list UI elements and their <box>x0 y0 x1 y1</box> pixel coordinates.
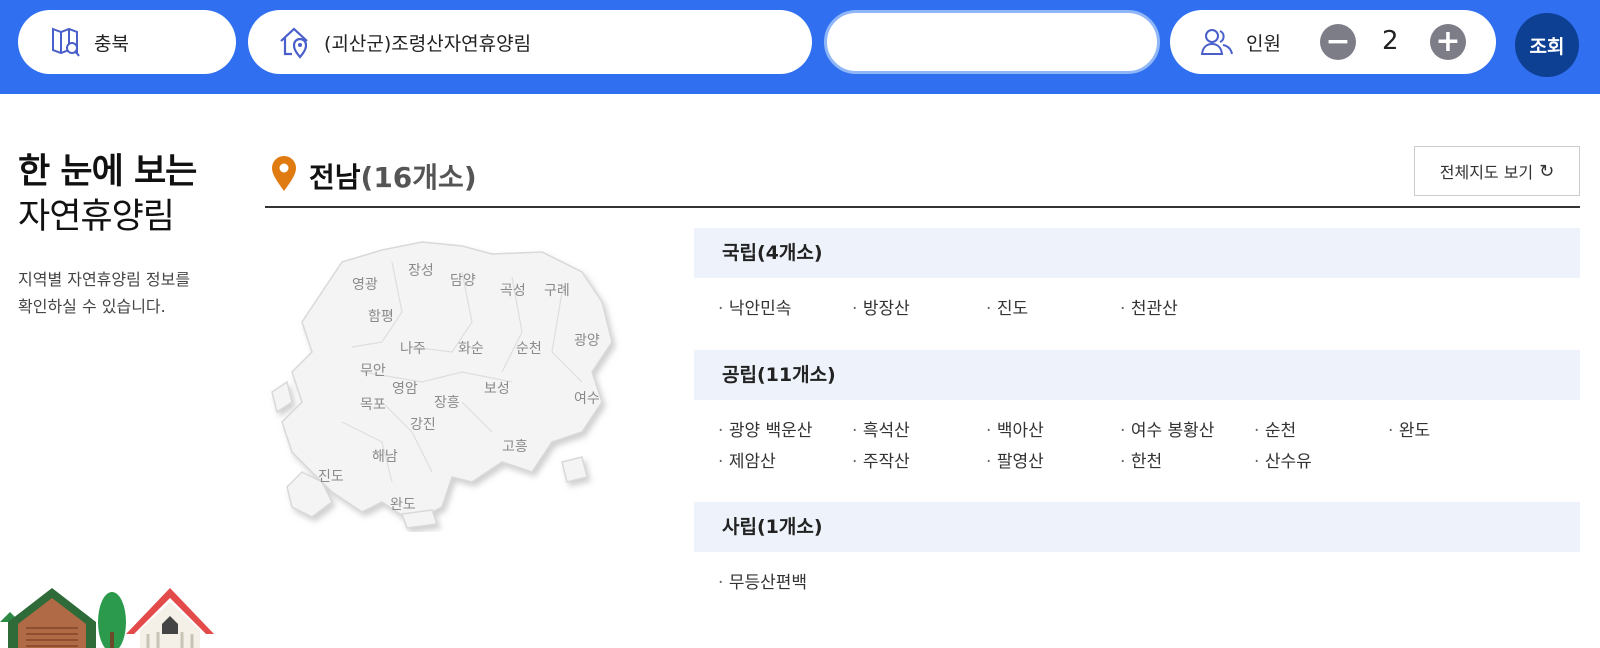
region-count: (16개소) <box>360 161 477 194</box>
refresh-icon: ↻ <box>1539 160 1555 182</box>
intro-panel: 한 눈에 보는 자연휴양림 지역별 자연휴양림 정보를 확인하실 수 있습니다. <box>18 150 228 320</box>
map-label-gwangyang[interactable]: 광양 <box>574 330 600 350</box>
intro-title-line2: 자연휴양림 <box>18 197 175 237</box>
forest-link[interactable]: 산수유 <box>1254 447 1388 472</box>
map-label-naju[interactable]: 나주 <box>400 338 426 358</box>
forest-link[interactable]: 무등산편백 <box>718 568 852 593</box>
private-forests: 사립(1개소) 무등산편백 <box>694 502 1580 593</box>
region-select[interactable]: 충북 <box>18 10 236 74</box>
forest-link[interactable]: 순천 <box>1254 416 1388 441</box>
region-header: 전남(16개소) 전체지도 보기 ↻ <box>265 146 1580 208</box>
map-label-damyang[interactable]: 담양 <box>450 270 476 290</box>
forest-select-label: (괴산군)조령산자연휴양림 <box>324 32 532 55</box>
map-label-yeosu[interactable]: 여수 <box>574 388 600 408</box>
forest-link[interactable]: 광양 백운산 <box>718 416 852 441</box>
forest-select[interactable]: (괴산군)조령산자연휴양림 <box>248 10 812 74</box>
public-title: 공립(11개소) <box>694 350 1580 400</box>
forest-link[interactable]: 방장산 <box>852 294 986 319</box>
forest-link[interactable]: 한천 <box>1120 447 1254 472</box>
map-book-icon <box>48 25 82 59</box>
search-button[interactable]: 조회 <box>1515 13 1579 77</box>
forest-link[interactable]: 팔영산 <box>986 447 1120 472</box>
map-label-mokpo[interactable]: 목포 <box>360 394 386 414</box>
decrease-people-button[interactable]: − <box>1320 24 1356 60</box>
map-label-yeongam[interactable]: 영암 <box>392 378 418 398</box>
public-list: 광양 백운산 흑석산 백아산 여수 봉황산 순천 완도 제암산 주작산 팔영산 … <box>694 400 1580 472</box>
map-label-gokseong[interactable]: 곡성 <box>500 280 526 300</box>
region-name: 전남 <box>309 161 361 194</box>
private-title: 사립(1개소) <box>694 502 1580 552</box>
region-map: 영광 장성 담양 곡성 구례 함평 나주 화순 순천 광양 무안 영암 보성 목… <box>262 232 642 532</box>
map-label-gangjin[interactable]: 강진 <box>410 414 436 434</box>
map-label-hwasun[interactable]: 화순 <box>458 338 484 358</box>
view-full-map-button[interactable]: 전체지도 보기 ↻ <box>1414 146 1580 196</box>
map-label-boseong[interactable]: 보성 <box>484 378 510 398</box>
national-list: 낙안민속 방장산 진도 천관산 <box>694 278 1580 319</box>
map-label-yeonggwang[interactable]: 영광 <box>352 274 378 294</box>
intro-title-line1: 한 눈에 보는 <box>18 152 197 192</box>
map-label-jangheung[interactable]: 장흥 <box>434 392 460 412</box>
forest-link[interactable]: 낙안민속 <box>718 294 852 319</box>
region-title: 전남(16개소) <box>309 156 477 196</box>
map-label-haenam[interactable]: 해남 <box>372 446 398 466</box>
map-label-gurye[interactable]: 구례 <box>544 280 570 300</box>
public-forests: 공립(11개소) 광양 백운산 흑석산 백아산 여수 봉황산 순천 완도 제암산… <box>694 350 1580 472</box>
people-icon <box>1200 25 1234 59</box>
region-select-label: 충북 <box>94 32 129 55</box>
house-pin-icon <box>278 25 312 59</box>
forest-link[interactable]: 백아산 <box>986 416 1120 441</box>
forest-link[interactable]: 주작산 <box>852 447 986 472</box>
people-label: 인원 <box>1246 32 1281 55</box>
forest-link[interactable]: 진도 <box>986 294 1120 319</box>
map-label-muan[interactable]: 무안 <box>360 360 386 380</box>
people-stepper: 인원 − 2 + <box>1170 10 1496 74</box>
forest-link[interactable]: 천관산 <box>1120 294 1254 319</box>
search-bar: 충북 (괴산군)조령산자연휴양림 인원 − 2 + 조회 <box>0 0 1600 94</box>
forest-link[interactable]: 여수 봉황산 <box>1120 416 1254 441</box>
map-label-goheung[interactable]: 고흥 <box>502 436 528 456</box>
forest-link[interactable]: 제암산 <box>718 447 852 472</box>
map-label-jindo[interactable]: 진도 <box>318 466 344 486</box>
national-forests: 국립(4개소) 낙안민속 방장산 진도 천관산 <box>694 228 1580 319</box>
map-label-jangseong[interactable]: 장성 <box>408 260 434 280</box>
national-title: 국립(4개소) <box>694 228 1580 278</box>
location-pin-icon <box>272 156 296 191</box>
private-list: 무등산편백 <box>694 552 1580 593</box>
intro-description: 지역별 자연휴양림 정보를 확인하실 수 있습니다. <box>18 270 191 316</box>
people-count: 2 <box>1382 26 1399 56</box>
date-input[interactable] <box>824 10 1160 74</box>
increase-people-button[interactable]: + <box>1430 24 1466 60</box>
view-full-map-label: 전체지도 보기 <box>1439 163 1534 182</box>
map-label-hampyeong[interactable]: 함평 <box>368 306 394 326</box>
map-label-wando[interactable]: 완도 <box>390 494 416 514</box>
forest-link[interactable]: 흑석산 <box>852 416 986 441</box>
forest-link[interactable]: 완도 <box>1388 416 1522 441</box>
cabin-illustration <box>0 588 214 648</box>
map-label-suncheon[interactable]: 순천 <box>516 338 542 358</box>
